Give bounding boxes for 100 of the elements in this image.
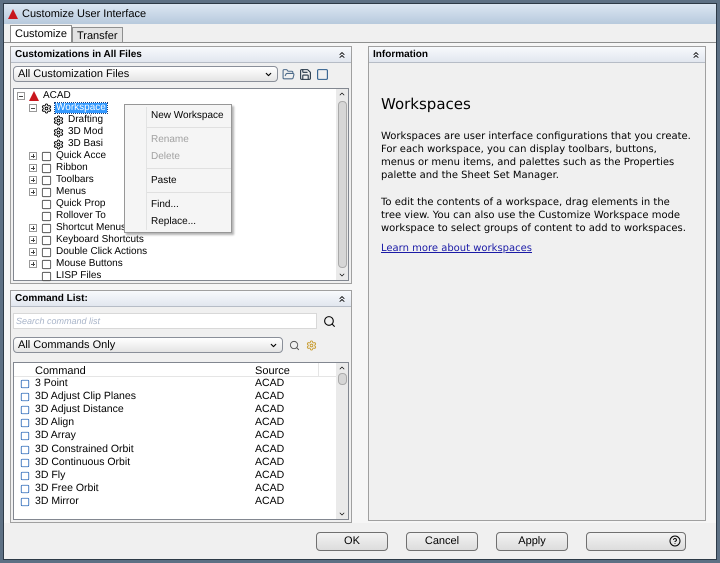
- table-cell-text: ACAD: [255, 415, 284, 430]
- gear-icon: [53, 114, 64, 126]
- table-cell-text: 3D Array: [35, 428, 77, 444]
- learn-more-link[interactable]: Learn more about workspaces: [381, 240, 693, 256]
- panel-title: Customizations in All Files: [15, 48, 142, 62]
- save-icon[interactable]: [299, 68, 312, 80]
- item-icon: [41, 210, 52, 222]
- window-title: Customize User Interface: [22, 6, 146, 22]
- column-header[interactable]: Command: [14, 363, 255, 376]
- table-cell-text: ACAD: [255, 428, 284, 444]
- item-icon: [41, 258, 52, 270]
- table-cell-text: ACAD: [255, 494, 284, 510]
- table-cell-text: 3D Fly: [35, 468, 66, 484]
- tree-item[interactable]: Quick Acce: [55, 151, 108, 161]
- tree-item[interactable]: 3D Basi: [67, 139, 104, 149]
- item-icon: [41, 198, 52, 210]
- scrollbar[interactable]: [336, 89, 348, 280]
- table-cell-text: 3D Align: [35, 415, 76, 430]
- table-cell-text: 3D Mirror: [35, 494, 80, 510]
- menu-item[interactable]: Paste: [147, 172, 231, 189]
- command-icon: [20, 497, 30, 508]
- dropdown[interactable]: All Commands Only: [13, 337, 283, 353]
- table-cell-text: 3D Adjust Clip Planes: [35, 388, 137, 404]
- expander[interactable]: [29, 104, 37, 112]
- scroll-thumb[interactable]: [338, 373, 346, 385]
- dropdown[interactable]: All Customization Files: [13, 66, 278, 82]
- item-icon: [41, 222, 52, 234]
- tree-item[interactable]: Toolbars: [55, 175, 95, 185]
- scrollbar[interactable]: [336, 363, 348, 519]
- window-icon[interactable]: [316, 68, 329, 80]
- item-icon: [41, 162, 52, 174]
- collapse-icon[interactable]: [337, 294, 347, 304]
- scroll-down-icon[interactable]: [338, 271, 346, 279]
- tree-item[interactable]: Rollover To: [55, 211, 107, 221]
- search-field[interactable]: Search command list: [13, 313, 317, 329]
- logo-icon: [29, 91, 39, 101]
- command-icon: [20, 458, 30, 468]
- tree-item[interactable]: Keyboard Shortcuts: [55, 235, 145, 245]
- item-icon: [41, 234, 52, 246]
- item-icon: [41, 186, 52, 198]
- dialog-button[interactable]: OK: [316, 532, 388, 550]
- table-cell-text: ACAD: [255, 402, 284, 418]
- dialog-button[interactable]: Apply: [496, 532, 568, 550]
- menu-item[interactable]: Replace...: [147, 213, 231, 230]
- tree-item[interactable]: LISP Files: [55, 271, 102, 281]
- column-header[interactable]: Source: [255, 363, 319, 376]
- expander[interactable]: [29, 260, 37, 268]
- dialog-button[interactable]: Cancel: [406, 532, 478, 550]
- gear-icon: [53, 126, 64, 138]
- collapse-icon[interactable]: [691, 50, 701, 60]
- panel-title: Information: [373, 48, 428, 62]
- menu-item[interactable]: Find...: [147, 196, 231, 213]
- help-icon: [669, 535, 681, 547]
- tab[interactable]: Transfer: [72, 27, 123, 42]
- item-icon: [41, 246, 52, 258]
- folder-icon[interactable]: [282, 68, 295, 80]
- help-button[interactable]: [586, 532, 686, 550]
- table-cell-text: ACAD: [255, 442, 284, 457]
- command-icon: [20, 470, 30, 481]
- expander[interactable]: [29, 236, 37, 244]
- tree-item[interactable]: Ribbon: [55, 163, 89, 173]
- table-cell-text: 3 Point: [35, 376, 69, 391]
- expander[interactable]: [29, 248, 37, 256]
- gear-icon: [53, 138, 64, 150]
- expander[interactable]: [29, 188, 37, 196]
- tree-item[interactable]: 3D Mod: [67, 127, 104, 137]
- table-cell-text: ACAD: [255, 376, 284, 391]
- expander[interactable]: [29, 164, 37, 172]
- gear-icon: [41, 102, 52, 114]
- item-icon: [41, 270, 52, 282]
- item-icon: [41, 174, 52, 186]
- tree-item[interactable]: Mouse Buttons: [55, 259, 124, 269]
- expander[interactable]: [29, 224, 37, 232]
- expander[interactable]: [29, 176, 37, 184]
- tab[interactable]: Customize: [10, 25, 72, 42]
- command-icon: [20, 444, 30, 455]
- menu-item[interactable]: New Workspace: [147, 107, 231, 124]
- command-icon: [20, 484, 30, 494]
- scroll-thumb[interactable]: [338, 101, 346, 268]
- table-cell-text: 3D Adjust Distance: [35, 402, 125, 417]
- command-icon: [20, 378, 30, 389]
- tree-item[interactable]: Drafting: [67, 115, 104, 125]
- table-cell-text: ACAD: [255, 388, 284, 404]
- collapse-icon[interactable]: [337, 50, 347, 60]
- search-icon[interactable]: [323, 314, 336, 328]
- info-paragraph: To edit the contents of a workspace, drag elements in the tree view. You can also use the Customize Workspace mode workspace to select groups of content to add to workspaces.: [381, 196, 687, 234]
- scroll-down-icon[interactable]: [338, 510, 346, 518]
- command-icon: [20, 418, 30, 428]
- command-icon: [20, 392, 30, 402]
- tree-item[interactable]: ACAD: [42, 91, 72, 101]
- table-cell-text: 3D Continuous Orbit: [35, 454, 132, 470]
- tree-item[interactable]: Quick Prop: [55, 199, 106, 209]
- expander[interactable]: [29, 152, 37, 160]
- table-cell-text: ACAD: [255, 454, 284, 470]
- tree-item[interactable]: Menus: [55, 187, 88, 197]
- scroll-up-icon[interactable]: [338, 364, 346, 372]
- expander[interactable]: [17, 92, 25, 100]
- tree-item[interactable]: Double Click Actions: [55, 247, 148, 257]
- scroll-up-icon[interactable]: [338, 90, 346, 98]
- table-cell-text: ACAD: [255, 481, 284, 496]
